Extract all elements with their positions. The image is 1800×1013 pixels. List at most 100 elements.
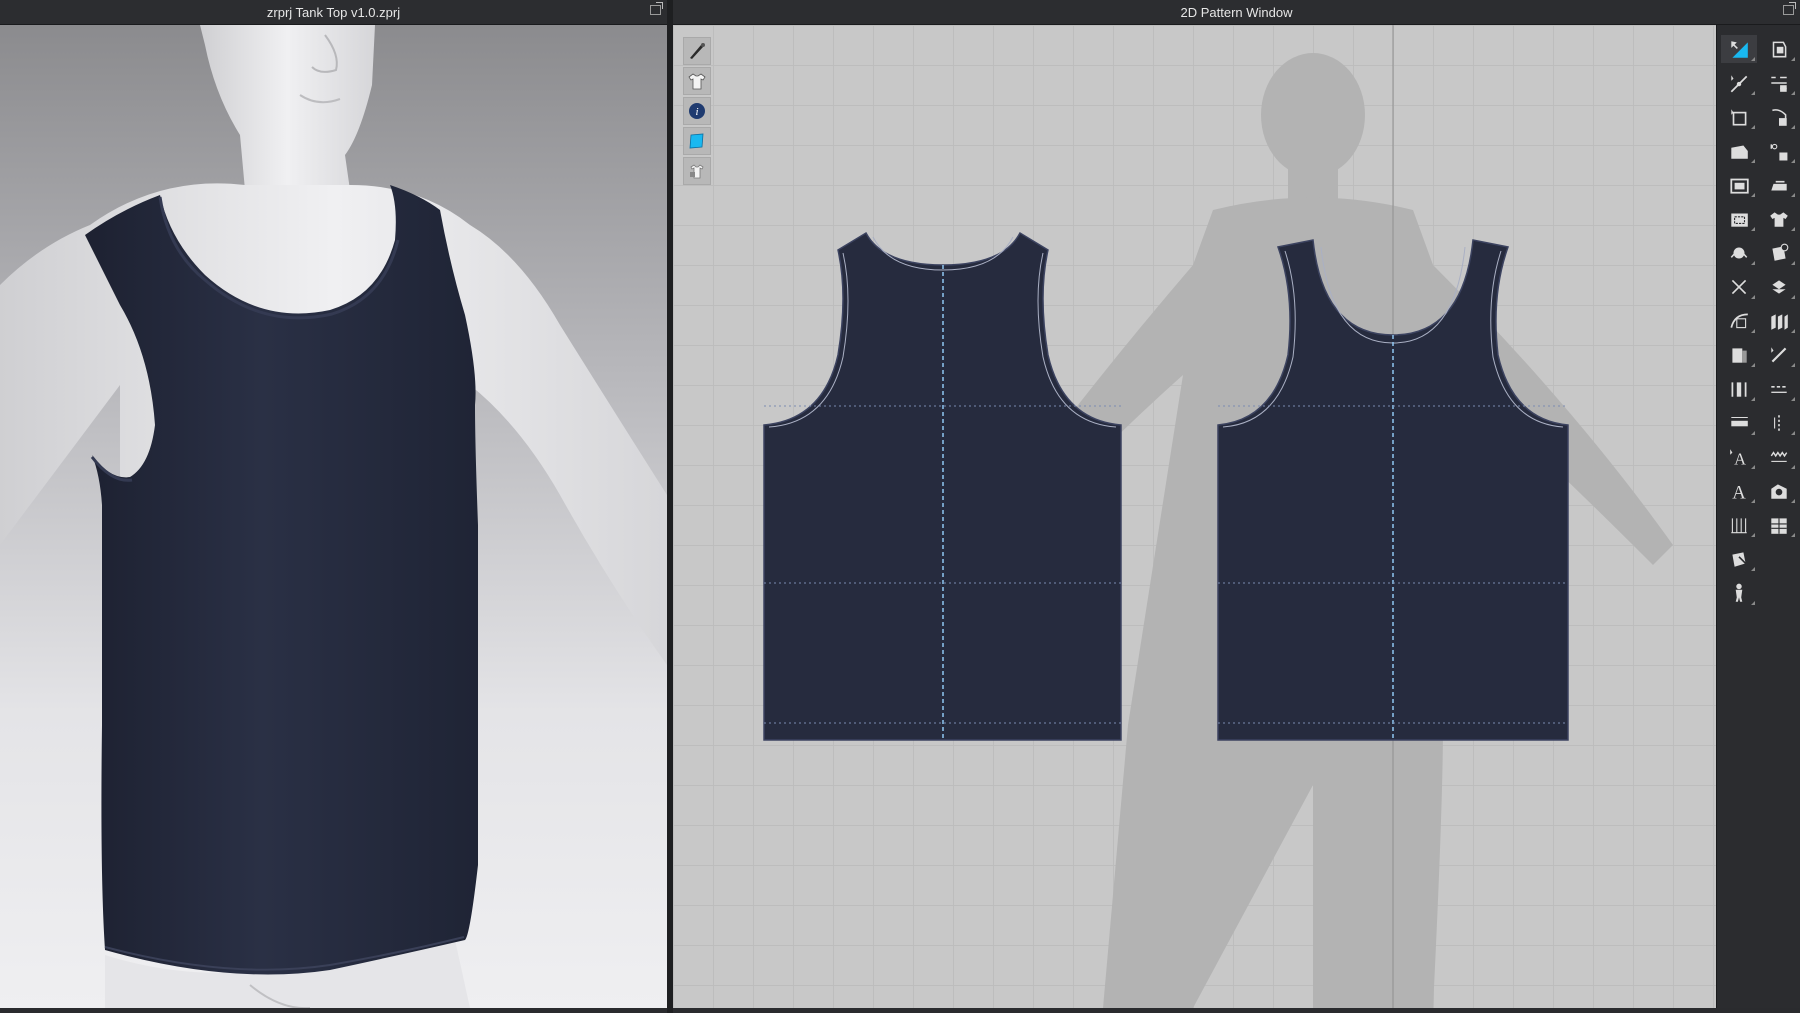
- button-icon: [1771, 484, 1787, 499]
- toolbar-button-stitch[interactable]: [1761, 375, 1797, 403]
- fold-icon: [1732, 348, 1747, 363]
- mini-tool-brush[interactable]: [683, 37, 711, 65]
- dropdown-corner-icon: [1751, 91, 1755, 95]
- cut-icon: [1731, 279, 1747, 295]
- 3d-viewport[interactable]: [0, 25, 667, 1008]
- segment-icon: [1731, 382, 1747, 397]
- fold-arrange-icon: [1772, 280, 1786, 294]
- puckering-icon: [1772, 243, 1789, 261]
- dropdown-corner-icon: [1751, 363, 1755, 367]
- toolbar-button-free-sewing[interactable]: [1761, 103, 1797, 131]
- toolbar-button-edit-pattern[interactable]: [1721, 69, 1757, 97]
- toolbar-button-iron[interactable]: [1761, 171, 1797, 199]
- mini-tool-fabric[interactable]: [683, 127, 711, 155]
- toolbar-button-segment-sewing[interactable]: [1761, 69, 1797, 97]
- toolbar-button-zigzag-stitch[interactable]: [1761, 443, 1797, 471]
- segment-sewing-icon: [1771, 76, 1787, 92]
- toolbar-button-tape[interactable]: [1761, 341, 1797, 369]
- text-style-icon: A: [1732, 483, 1746, 502]
- dropdown-corner-icon: [1751, 567, 1755, 571]
- dropdown-corner-icon: [1791, 465, 1795, 469]
- edit-curvature-icon: [1730, 313, 1748, 329]
- toolbar-button-layer[interactable]: [1761, 307, 1797, 335]
- info-icon: i: [689, 103, 705, 119]
- 3d-scene: [0, 25, 667, 1008]
- toolbar-button-avatar-measure[interactable]: [1721, 579, 1757, 607]
- layer-icon: [1771, 314, 1788, 330]
- 2d-pattern-window[interactable]: i: [673, 25, 1716, 1008]
- 2d-window-titlebar: 2D Pattern Window: [673, 0, 1800, 25]
- dropdown-corner-icon: [1751, 397, 1755, 401]
- trim-icon: [1732, 552, 1749, 567]
- dropdown-corner-icon: [1791, 329, 1795, 333]
- toolbar-button-ruler[interactable]: [1721, 409, 1757, 437]
- stitch-icon: [1771, 385, 1787, 393]
- toolbar-button-cut[interactable]: [1721, 273, 1757, 301]
- polygon-icon: [1731, 145, 1748, 159]
- dropdown-corner-icon: [1791, 499, 1795, 503]
- dropdown-corner-icon: [1751, 227, 1755, 231]
- toolbar-button-text-style[interactable]: A: [1721, 477, 1757, 505]
- rectangle-icon: [1730, 178, 1749, 194]
- dropdown-corner-icon: [1751, 329, 1755, 333]
- dropdown-corner-icon: [1751, 499, 1755, 503]
- toolbar-button-seam[interactable]: [1761, 35, 1797, 63]
- dropdown-corner-icon: [1751, 431, 1755, 435]
- toolbar-button-transform-pattern[interactable]: [1721, 103, 1757, 131]
- popout-icon[interactable]: [1783, 2, 1796, 15]
- toolbar-button-segment[interactable]: [1721, 375, 1757, 403]
- 2d-pattern-canvas: [763, 25, 1673, 1008]
- toolbar-button-topstitch[interactable]: [1761, 409, 1797, 437]
- svg-text:i: i: [695, 106, 698, 118]
- toolbar-button-select-pattern[interactable]: [1721, 35, 1757, 63]
- edit-pattern-icon: [1730, 75, 1748, 93]
- dropdown-corner-icon: [1791, 193, 1795, 197]
- toolbar-button-puckering[interactable]: [1761, 239, 1797, 267]
- toolbar-button-buttonhole[interactable]: [1761, 511, 1797, 539]
- dropdown-corner-icon: [1751, 261, 1755, 265]
- dropdown-corner-icon: [1791, 91, 1795, 95]
- mini-tool-info[interactable]: i: [683, 97, 711, 125]
- svg-text:A: A: [1732, 483, 1746, 502]
- dropdown-corner-icon: [1751, 57, 1755, 61]
- tape-icon: [1771, 347, 1787, 363]
- svg-text:A: A: [1734, 450, 1746, 468]
- seam-icon: [1772, 41, 1787, 58]
- sewing-check-icon: [1770, 143, 1788, 161]
- 3d-window-titlebar: zrprj Tank Top v1.0.zprj: [0, 0, 667, 25]
- dropdown-corner-icon: [1791, 431, 1795, 435]
- 2d-view-options: i: [683, 37, 711, 185]
- pattern-piece-front[interactable]: [763, 231, 1122, 741]
- toolbar-button-text-a[interactable]: A: [1721, 443, 1757, 471]
- dropdown-corner-icon: [1791, 227, 1795, 231]
- toolbar-column-left: AA: [1721, 35, 1757, 607]
- toolbar-button-trim[interactable]: [1721, 545, 1757, 573]
- shirt-icon: [688, 73, 706, 90]
- toolbar-button-fold-arrange[interactable]: [1761, 273, 1797, 301]
- free-sewing-icon: [1772, 109, 1787, 126]
- toolbar-button-rectangle[interactable]: [1721, 171, 1757, 199]
- toolbar-button-edit-curvature[interactable]: [1721, 307, 1757, 335]
- toolbar-button-dart[interactable]: [1721, 239, 1757, 267]
- transform-pattern-icon: [1731, 109, 1747, 126]
- topstitch-icon: [1774, 415, 1780, 431]
- toolbar-button-polygon[interactable]: [1721, 137, 1757, 165]
- mini-tool-shirt[interactable]: [683, 67, 711, 95]
- mini-tool-lock-shirt[interactable]: [683, 157, 711, 185]
- internal-rectangle-icon: [1731, 213, 1748, 227]
- lock-shirt-icon: [690, 164, 704, 179]
- brush-icon: [690, 43, 705, 59]
- dropdown-corner-icon: [1751, 533, 1755, 537]
- toolbar-button-shirt-symmetry[interactable]: [1761, 205, 1797, 233]
- zigzag-stitch-icon: [1770, 451, 1788, 462]
- toolbar-button-fold[interactable]: [1721, 341, 1757, 369]
- dart-icon: [1730, 247, 1748, 259]
- toolbar-button-internal-rectangle[interactable]: [1721, 205, 1757, 233]
- ruler-icon: [1731, 416, 1748, 427]
- popout-icon[interactable]: [650, 2, 663, 15]
- toolbar-button-button[interactable]: [1761, 477, 1797, 505]
- toolbar-button-sewing-check[interactable]: [1761, 137, 1797, 165]
- toolbar-button-grid[interactable]: [1721, 511, 1757, 539]
- toolbar-column-right: [1761, 35, 1797, 539]
- dropdown-corner-icon: [1751, 295, 1755, 299]
